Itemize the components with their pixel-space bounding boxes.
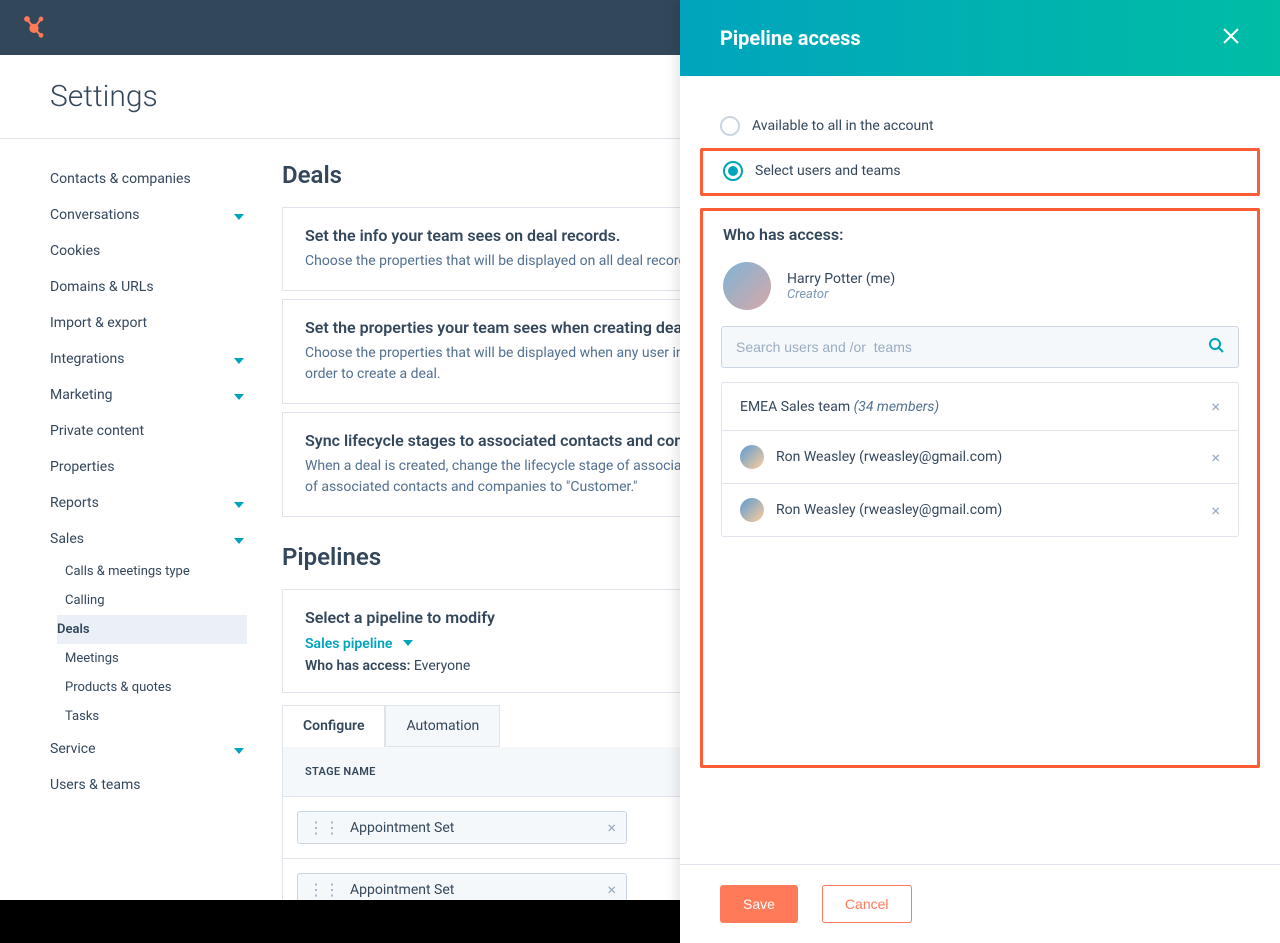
tab-automation[interactable]: Automation (385, 705, 500, 747)
settings-sidebar: Contacts & companies Conversations Cooki… (0, 139, 260, 939)
panel-body: Available to all in the account Select u… (680, 76, 1280, 864)
save-button[interactable]: Save (720, 885, 798, 923)
sidebar-item[interactable]: Conversations (50, 197, 244, 233)
avatar (740, 445, 764, 469)
sidebar-subitem[interactable]: Calls & meetings type (65, 557, 244, 586)
item-meta: (34 members) (854, 399, 940, 415)
remove-item-icon[interactable]: × (1211, 501, 1220, 520)
bottom-strip (0, 900, 680, 943)
sidebar-item[interactable]: Cookies (50, 233, 244, 269)
chevron-down-icon (234, 210, 244, 220)
who-has-access-heading: Who has access: (721, 225, 1239, 244)
chevron-down-icon (234, 744, 244, 754)
pipeline-name: Sales pipeline (305, 636, 392, 652)
panel-footer: Save Cancel (680, 864, 1280, 943)
search-users-input[interactable] (721, 326, 1239, 368)
item-name: EMEA Sales team (740, 399, 850, 415)
search-icon (1208, 337, 1224, 357)
creator-role: Creator (787, 287, 895, 302)
drag-handle-icon[interactable]: ⋮⋮ (308, 818, 340, 837)
selected-user: Ron Weasley (rweasley@gmail.com) × (722, 484, 1238, 536)
stage-name: Appointment Set (350, 820, 607, 836)
sidebar-item[interactable]: Reports (50, 485, 244, 521)
remove-item-icon[interactable]: × (1211, 448, 1220, 467)
remove-item-icon[interactable]: × (1211, 397, 1220, 416)
sidebar-item[interactable]: Users & teams (50, 767, 244, 803)
sidebar-subitem[interactable]: Calling (65, 586, 244, 615)
sidebar-item[interactable]: Domains & URLs (50, 269, 244, 305)
sidebar-item[interactable]: Marketing (50, 377, 244, 413)
radio-label: Select users and teams (755, 163, 901, 179)
avatar (740, 498, 764, 522)
remove-stage-icon[interactable]: × (607, 880, 616, 899)
item-name: Ron Weasley (rweasley@gmail.com) (776, 502, 1002, 518)
avatar (723, 262, 771, 310)
radio-label: Available to all in the account (752, 118, 934, 134)
drag-handle-icon[interactable]: ⋮⋮ (308, 880, 340, 899)
caret-down-icon (402, 636, 414, 652)
sidebar-subitem-deals[interactable]: Deals (57, 615, 247, 644)
sidebar-subitem[interactable]: Tasks (65, 702, 244, 731)
sidebar-subnav: Calls & meetings type Calling Deals Meet… (50, 557, 244, 731)
creator-name: Harry Potter (me) (787, 271, 895, 287)
radio-all-users[interactable]: Available to all in the account (700, 106, 1260, 146)
panel-title: Pipeline access (720, 26, 861, 50)
close-panel-icon[interactable] (1222, 27, 1240, 49)
highlight-box-radio: Select users and teams (700, 148, 1260, 196)
hubspot-logo[interactable] (20, 12, 48, 44)
pipeline-dropdown[interactable]: Sales pipeline (305, 636, 414, 652)
sidebar-item[interactable]: Import & export (50, 305, 244, 341)
sidebar-item[interactable]: Properties (50, 449, 244, 485)
chevron-down-icon (234, 354, 244, 364)
search-input[interactable] (736, 339, 1208, 355)
sidebar-subitem[interactable]: Products & quotes (65, 673, 244, 702)
cancel-button[interactable]: Cancel (822, 885, 912, 923)
remove-stage-icon[interactable]: × (607, 818, 616, 837)
stage-name: Appointment Set (350, 882, 607, 898)
chevron-down-icon (234, 498, 244, 508)
sidebar-item[interactable]: Integrations (50, 341, 244, 377)
sidebar-subitem[interactable]: Meetings (65, 644, 244, 673)
selected-list: EMEA Sales team (34 members) × Ron Weasl… (721, 382, 1239, 537)
sidebar-item[interactable]: Private content (50, 413, 244, 449)
creator-row: Harry Potter (me) Creator (721, 262, 1239, 310)
sidebar-item-sales[interactable]: Sales (50, 521, 244, 557)
sidebar-item[interactable]: Service (50, 731, 244, 767)
item-name: Ron Weasley (rweasley@gmail.com) (776, 449, 1002, 465)
radio-icon (720, 116, 740, 136)
radio-icon (723, 161, 743, 181)
highlight-box-access: Who has access: Harry Potter (me) Creato… (700, 208, 1260, 768)
tab-configure[interactable]: Configure (282, 705, 385, 747)
selected-team: EMEA Sales team (34 members) × (722, 383, 1238, 431)
sidebar-item[interactable]: Contacts & companies (50, 161, 244, 197)
chevron-down-icon (234, 534, 244, 544)
selected-user: Ron Weasley (rweasley@gmail.com) × (722, 431, 1238, 484)
pipeline-access-panel: Pipeline access Available to all in the … (680, 0, 1280, 943)
panel-header: Pipeline access (680, 0, 1280, 76)
radio-select-users[interactable]: Select users and teams (703, 151, 1257, 191)
chevron-down-icon (234, 390, 244, 400)
stage-input[interactable]: ⋮⋮ Appointment Set × (297, 811, 627, 844)
